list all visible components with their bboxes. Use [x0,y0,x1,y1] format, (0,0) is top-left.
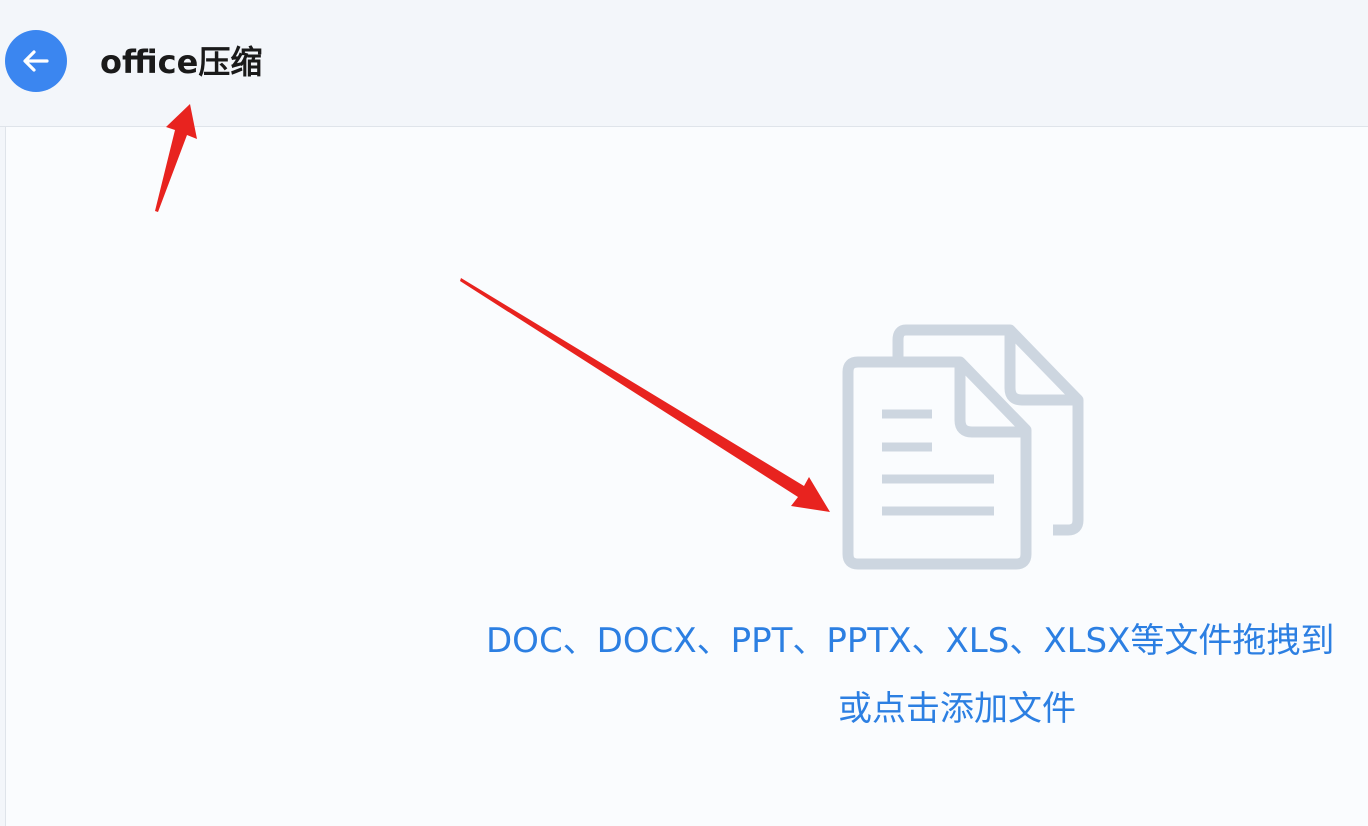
upload-dropzone[interactable] [5,127,1368,826]
arrow-left-icon [23,50,49,72]
back-button[interactable] [5,30,67,92]
documents-icon [842,324,1084,570]
app-header: office压缩 [0,0,1368,127]
add-file-link[interactable]: 或点击添加文件 [838,682,1076,736]
page-title: office压缩 [100,43,263,81]
dropzone-hint: DOC、DOCX、PPT、PPTX、XLS、XLSX等文件拖拽到 [486,621,1335,661]
